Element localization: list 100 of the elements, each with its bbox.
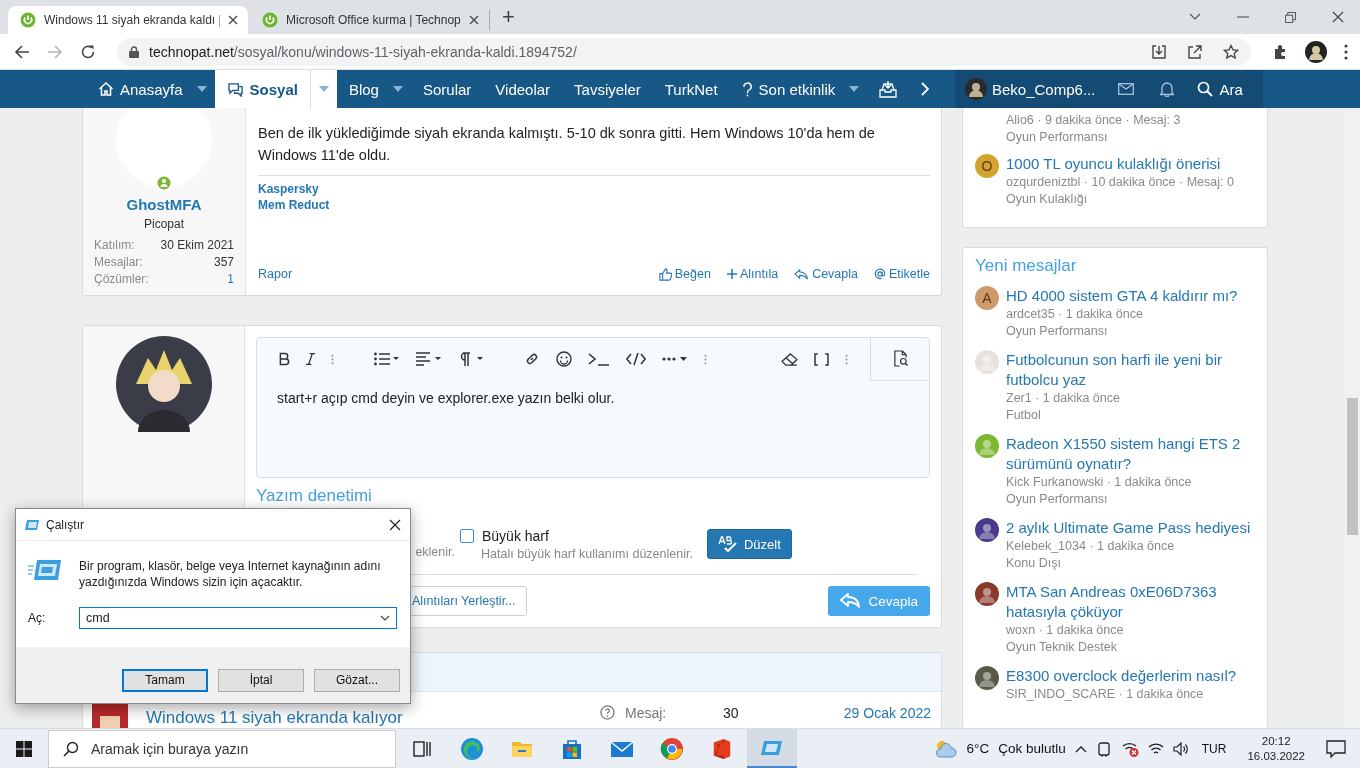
inbox-icon[interactable] bbox=[879, 80, 898, 98]
nav-tab[interactable]: TurkNet bbox=[652, 70, 730, 108]
at-sign-icon bbox=[874, 268, 886, 280]
italic-icon[interactable] bbox=[306, 352, 315, 366]
checkbox-option[interactable]: Büyük harf bbox=[460, 527, 693, 544]
thread-link[interactable]: HD 4000 sistem GTA 4 kaldırır mı? bbox=[1006, 286, 1238, 306]
search-field[interactable]: Aramak için buraya yazın bbox=[48, 729, 396, 768]
fix-button[interactable]: Düzelt bbox=[706, 529, 792, 559]
code-icon[interactable] bbox=[626, 352, 646, 366]
thread-link[interactable]: 2 aylık Ultimate Game Pass hediyesi bbox=[1006, 518, 1251, 538]
nav-tab[interactable]: Sosyal bbox=[214, 70, 310, 108]
emoji-icon[interactable] bbox=[556, 351, 572, 367]
command-combobox[interactable]: cmd bbox=[79, 607, 397, 629]
volume-icon[interactable] bbox=[1172, 741, 1189, 756]
taskbar-app-button[interactable] bbox=[747, 729, 797, 768]
nav-tab[interactable]: Son etkinlik bbox=[729, 70, 848, 108]
nav-tab[interactable]: Videolar bbox=[483, 70, 563, 108]
nav-tab[interactable]: Anasayfa bbox=[86, 70, 195, 108]
dialog-button[interactable]: İptal bbox=[218, 668, 304, 692]
link-icon[interactable] bbox=[524, 351, 540, 367]
chevron-right-icon[interactable] bbox=[921, 82, 930, 96]
windows-start-icon[interactable] bbox=[16, 740, 32, 757]
list-icon[interactable] bbox=[374, 352, 400, 366]
reply-count: 30 bbox=[723, 705, 740, 721]
reply-text: start+r açıp cmd deyin ve explorer.exe yazın belki olur. bbox=[277, 390, 615, 406]
forum-link[interactable]: Oyun Performansı bbox=[1006, 129, 1108, 146]
report-link[interactable]: Rapor bbox=[258, 267, 293, 281]
action-link[interactable]: Etiketle bbox=[874, 267, 930, 281]
action-link[interactable]: Cevapla bbox=[794, 267, 858, 281]
thread-link[interactable]: MTA San Andreas 0xE06D7363 hatasıyla çöküyor bbox=[1006, 582, 1255, 622]
preview-button[interactable] bbox=[870, 337, 929, 381]
puzzle-icon[interactable] bbox=[1272, 43, 1288, 60]
task-view-icon bbox=[412, 738, 432, 759]
forum-link[interactable]: Oyun Performansı bbox=[1006, 323, 1108, 340]
more-icon[interactable] bbox=[704, 352, 707, 366]
action-link[interactable]: Beğen bbox=[658, 267, 711, 281]
more-icon[interactable] bbox=[331, 352, 334, 366]
back-icon[interactable] bbox=[14, 43, 30, 60]
share-icon[interactable] bbox=[1187, 43, 1203, 60]
close-icon[interactable] bbox=[389, 518, 401, 531]
device-icon[interactable] bbox=[1095, 740, 1112, 757]
signature-link[interactable]: Kaspersky bbox=[258, 181, 319, 197]
close-icon[interactable] bbox=[469, 15, 479, 25]
new-tab-button[interactable]: + bbox=[502, 3, 515, 31]
reload-icon[interactable] bbox=[80, 43, 96, 60]
thread-meta: woxn · 1 dakika önce bbox=[1006, 622, 1124, 639]
close-icon[interactable] bbox=[1332, 11, 1344, 23]
thread-link[interactable]: Radeon X1550 sistem hangi ETS 2 sürümünü oynatır? bbox=[1006, 434, 1255, 474]
paragraph-icon[interactable] bbox=[458, 352, 484, 366]
eraser-icon[interactable] bbox=[781, 352, 798, 366]
signature-link[interactable]: Mem Reduct bbox=[258, 197, 330, 213]
network-error-icon[interactable] bbox=[1120, 740, 1139, 757]
nav-tab[interactable]: Sorular bbox=[410, 70, 484, 108]
thread-title-link[interactable]: Windows 11 siyah ekranda kalıyor bbox=[146, 708, 566, 728]
align-icon[interactable] bbox=[416, 352, 442, 366]
terminal-icon[interactable] bbox=[588, 352, 610, 366]
forum-link[interactable]: Oyun Teknik Destek bbox=[1006, 639, 1117, 656]
more-icon[interactable] bbox=[845, 352, 848, 366]
thread-link[interactable]: Futbolcunun son harfi ile yeni bir futbolcu yaz bbox=[1006, 350, 1255, 390]
chevron-down-icon[interactable] bbox=[1189, 13, 1201, 21]
clock[interactable]: 20:12 16.03.2022 bbox=[1247, 733, 1305, 764]
action-link[interactable]: Alıntıla bbox=[726, 267, 779, 281]
nav-tab[interactable]: Blog bbox=[336, 70, 391, 108]
weather-condition: Çok bulutlu bbox=[998, 741, 1066, 756]
username-link[interactable]: GhostMFA bbox=[126, 196, 202, 213]
language-indicator[interactable]: TUR bbox=[1201, 741, 1227, 756]
wifi-icon[interactable] bbox=[1147, 741, 1164, 756]
menu-icon[interactable] bbox=[1344, 43, 1348, 60]
thread-link[interactable]: E8300 overclock değerlerim nasıl? bbox=[1006, 666, 1237, 686]
bell-icon[interactable] bbox=[1160, 81, 1175, 97]
more-options-icon[interactable] bbox=[662, 356, 688, 362]
question-icon bbox=[741, 81, 753, 97]
user-menu[interactable]: Beko_Comp6... bbox=[955, 78, 1106, 100]
editor-field[interactable]: start+r açıp cmd deyin ve explorer.exe yazın belki olur. bbox=[256, 337, 930, 478]
browser-tab[interactable]: Windows 11 siyah ekranda kaldı | bbox=[8, 6, 248, 34]
profile-avatar-icon[interactable] bbox=[1305, 40, 1327, 63]
forum-link[interactable]: Futbol bbox=[1006, 407, 1041, 424]
reply-button[interactable]: Cevapla bbox=[828, 586, 930, 616]
install-icon[interactable] bbox=[1151, 43, 1167, 60]
star-icon[interactable] bbox=[1223, 43, 1239, 60]
dialog-button[interactable]: Tamam bbox=[122, 668, 208, 692]
forum-link[interactable]: Oyun Performansı bbox=[1006, 491, 1108, 508]
forum-link[interactable]: Oyun Kulaklığı bbox=[1006, 191, 1088, 208]
bold-icon[interactable] bbox=[279, 352, 290, 366]
forum-link[interactable]: Konu Dışı bbox=[1006, 555, 1061, 572]
dialog-button[interactable]: Gözat... bbox=[314, 668, 400, 692]
restore-icon[interactable] bbox=[1285, 11, 1296, 23]
date-link[interactable]: 29 Ocak 2022 bbox=[843, 705, 931, 721]
notification-icon[interactable] bbox=[1326, 739, 1346, 758]
chevron-up-icon[interactable] bbox=[1074, 744, 1087, 753]
thread-meta: Kelebek_1034 · 1 dakika önce bbox=[1006, 538, 1175, 555]
nav-tab[interactable]: Tavsiyeler bbox=[562, 70, 653, 108]
browser-tab[interactable]: Microsoft Office kurma | Technop bbox=[250, 10, 490, 30]
address-field[interactable]: technopat.net/sosyal/konu/windows-11-siyah-ekranda-kaldi.1894752/ bbox=[117, 37, 1251, 66]
temperature: 6°C bbox=[966, 741, 990, 756]
brackets-icon[interactable] bbox=[814, 352, 829, 366]
thread-link[interactable]: 1000 TL oyuncu kulaklığı önerisi bbox=[1006, 154, 1221, 174]
search-button[interactable]: Ara bbox=[1187, 80, 1253, 98]
close-icon[interactable] bbox=[228, 15, 238, 25]
mail-icon[interactable] bbox=[1118, 83, 1135, 95]
